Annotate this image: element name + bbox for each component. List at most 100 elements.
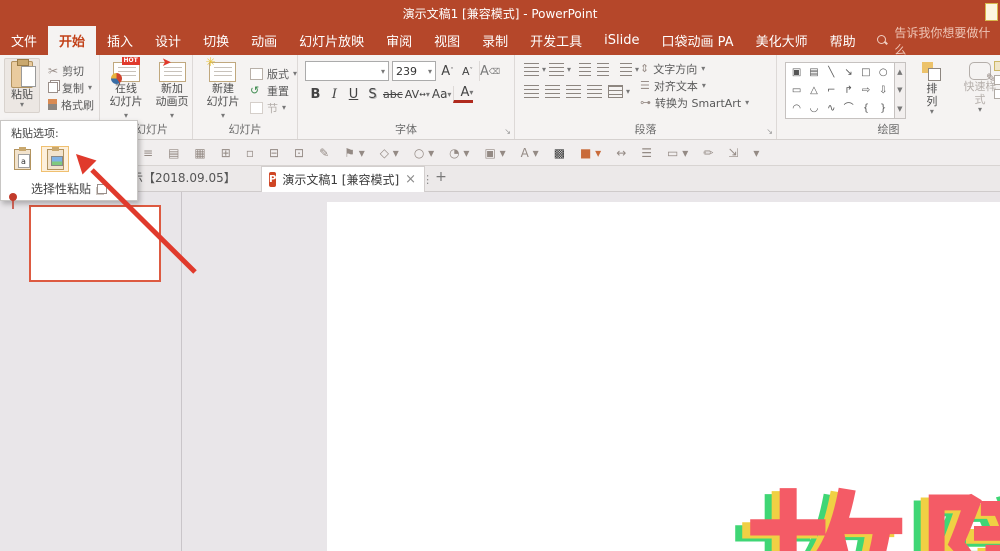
toolbar-icon-14[interactable]: ▩ bbox=[554, 146, 565, 160]
shape-triangle-icon[interactable]: △ bbox=[810, 82, 818, 99]
paste-special-item[interactable]: 选择性粘贴 bbox=[1, 177, 137, 200]
toolbar-icon-13[interactable]: A ▾ bbox=[521, 146, 539, 160]
toolbar-icon-12[interactable]: ▣ ▾ bbox=[484, 146, 505, 160]
doc-tab-2018-09-05[interactable]: 示【2018.09.05】 bbox=[131, 166, 236, 191]
close-tab-icon[interactable]: × bbox=[405, 172, 416, 187]
section-button[interactable]: 节 ▾ bbox=[249, 99, 297, 116]
new-animation-page-button[interactable]: ➤ 新加 动画页 ▾ bbox=[152, 56, 192, 121]
tab-help[interactable]: 帮助 bbox=[819, 26, 867, 55]
font-color-button[interactable]: A ▾ bbox=[453, 85, 474, 103]
tell-me-search[interactable]: 告诉我你想要做什么 bbox=[876, 26, 1000, 57]
clear-formatting-button[interactable]: A ⌫ bbox=[479, 61, 500, 81]
shape-curve-icon[interactable]: ∿ bbox=[827, 100, 835, 117]
shape-arc2-icon[interactable]: ◡ bbox=[810, 100, 819, 117]
columns-button[interactable] bbox=[608, 85, 623, 98]
align-right-button[interactable] bbox=[566, 85, 581, 98]
font-name-combo[interactable]: ▾ bbox=[305, 61, 389, 81]
justify-button[interactable] bbox=[587, 85, 602, 98]
align-text-button[interactable]: ☰ 对齐文本 ▾ bbox=[640, 77, 749, 94]
shape-elbow-icon[interactable]: ⌐ bbox=[827, 82, 835, 99]
toolbar-icon-5[interactable]: ⊟ bbox=[269, 146, 279, 160]
paste-dropdown-arrow[interactable]: ▾ bbox=[20, 101, 24, 109]
shrink-font-button[interactable]: Aˇ bbox=[459, 61, 476, 81]
tab-file[interactable]: 文件 bbox=[0, 26, 48, 55]
line-spacing-button[interactable] bbox=[620, 63, 633, 76]
doc-tab-active[interactable]: P 演示文稿1 [兼容模式] × ⋮ bbox=[261, 166, 433, 192]
font-dialog-launcher[interactable]: ↘ bbox=[504, 127, 511, 136]
increase-indent-button[interactable] bbox=[597, 63, 610, 76]
layout-button[interactable]: 版式 ▾ bbox=[249, 65, 297, 82]
reset-button[interactable]: ↺ 重置 bbox=[250, 82, 297, 99]
cut-button[interactable]: ✂ 剪切 bbox=[48, 62, 94, 79]
tab-home[interactable]: 开始 bbox=[48, 26, 97, 55]
toolbar-icon-1[interactable]: ▤ bbox=[168, 146, 179, 160]
toolbar-icon-16[interactable]: ↔ bbox=[616, 146, 626, 160]
toolbar-icon-9[interactable]: ◇ ▾ bbox=[380, 146, 399, 160]
bullets-button[interactable] bbox=[524, 63, 539, 76]
shape-scribble-icon[interactable]: ⌒ bbox=[844, 100, 854, 117]
toolbar-icon-7[interactable]: ✎ bbox=[319, 146, 329, 160]
text-direction-button[interactable]: ⇕ 文字方向 ▾ bbox=[640, 60, 749, 77]
gallery-more-icon[interactable]: ▼ bbox=[897, 105, 902, 113]
tab-design[interactable]: 设计 bbox=[144, 26, 192, 55]
tab-transitions[interactable]: 切换 bbox=[192, 26, 240, 55]
toolbar-icon-21[interactable]: ▾ bbox=[753, 146, 759, 160]
shape-vtextbox-icon[interactable]: ▤ bbox=[809, 64, 818, 81]
shape-oval-icon[interactable]: ○ bbox=[879, 64, 888, 81]
shape-rounded-rect-icon[interactable]: ▭ bbox=[792, 82, 801, 99]
slide-editing-area[interactable]: 故障风 bbox=[327, 202, 1000, 551]
toolbar-icon-11[interactable]: ◔ ▾ bbox=[449, 146, 469, 160]
numbering-button[interactable] bbox=[549, 63, 565, 76]
bold-button[interactable]: B bbox=[307, 84, 324, 104]
shape-right-brace-icon[interactable]: } bbox=[880, 100, 886, 117]
paste-as-picture-button[interactable] bbox=[41, 146, 69, 172]
tab-record[interactable]: 录制 bbox=[471, 26, 519, 55]
tab-animations[interactable]: 动画 bbox=[240, 26, 288, 55]
toolbar-icon-3[interactable]: ⊞ bbox=[221, 146, 231, 160]
underline-button[interactable]: U bbox=[345, 84, 362, 104]
format-painter-button[interactable]: 格式刷 bbox=[48, 96, 94, 113]
shapes-gallery-scroll[interactable]: ▲ ▼ ▼ bbox=[894, 62, 906, 119]
paste-keep-text-button[interactable]: a bbox=[8, 146, 36, 172]
shape-down-arrow-icon[interactable]: ⇩ bbox=[879, 82, 887, 99]
grow-font-button[interactable]: Aˆ bbox=[439, 61, 456, 81]
tab-insert[interactable]: 插入 bbox=[96, 26, 144, 55]
align-center-button[interactable] bbox=[545, 85, 560, 98]
tab-pocket-animation[interactable]: 口袋动画 PA bbox=[651, 26, 745, 55]
shape-rectangle-icon[interactable]: □ bbox=[861, 64, 870, 81]
copy-button[interactable]: 复制 ▾ bbox=[48, 79, 94, 96]
shape-arrow-line-icon[interactable]: ↘ bbox=[844, 64, 852, 81]
toolbar-icon-8[interactable]: ⚑ ▾ bbox=[344, 146, 365, 160]
tab-slideshow[interactable]: 幻灯片放映 bbox=[288, 26, 375, 55]
tab-meihua-dashi[interactable]: 美化大师 bbox=[745, 26, 819, 55]
decrease-indent-button[interactable] bbox=[579, 63, 592, 76]
toolbar-icon-2[interactable]: ▦ bbox=[194, 146, 205, 160]
shape-textbox-icon[interactable]: ▣ bbox=[792, 64, 801, 81]
shape-arc-icon[interactable]: ◠ bbox=[792, 100, 801, 117]
new-slide-button[interactable]: ✳ 新建 幻灯片 ▾ bbox=[203, 56, 243, 121]
paste-button[interactable]: 粘贴 ▾ bbox=[4, 58, 40, 113]
toolbar-icon-19[interactable]: ✏ bbox=[703, 146, 713, 160]
tab-islide[interactable]: iSlide bbox=[593, 26, 650, 55]
strikethrough-button[interactable]: abc bbox=[383, 84, 403, 104]
text-shadow-button[interactable]: S bbox=[364, 84, 381, 104]
toolbar-icon-15[interactable]: ■ ▾ bbox=[580, 146, 601, 160]
toolbar-icon-20[interactable]: ⇲ bbox=[728, 146, 738, 160]
scroll-down-icon[interactable]: ▼ bbox=[897, 86, 902, 94]
paragraph-dialog-launcher[interactable]: ↘ bbox=[766, 127, 773, 136]
toolbar-icon-17[interactable]: ☰ bbox=[641, 146, 652, 160]
shape-right-arrow-icon[interactable]: ⇨ bbox=[862, 82, 870, 99]
tab-view[interactable]: 视图 bbox=[423, 26, 471, 55]
shape-elbow-arrow-icon[interactable]: ↱ bbox=[844, 82, 852, 99]
font-size-combo[interactable]: 239 ▾ bbox=[392, 61, 436, 81]
toolbar-icon-18[interactable]: ▭ ▾ bbox=[667, 146, 688, 160]
change-case-button[interactable]: Aa ▾ bbox=[432, 84, 452, 104]
glitch-text[interactable]: 故障风 bbox=[746, 478, 1000, 551]
tab-developer[interactable]: 开发工具 bbox=[519, 26, 593, 55]
shape-left-brace-icon[interactable]: { bbox=[863, 100, 869, 117]
toolbar-icon-10[interactable]: ○ ▾ bbox=[414, 146, 434, 160]
character-spacing-button[interactable]: AV ↔ ▾ bbox=[405, 84, 430, 104]
italic-button[interactable]: I bbox=[326, 84, 343, 104]
align-left-button[interactable] bbox=[524, 85, 539, 98]
arrange-button[interactable]: 排列 ▾ bbox=[921, 62, 942, 116]
